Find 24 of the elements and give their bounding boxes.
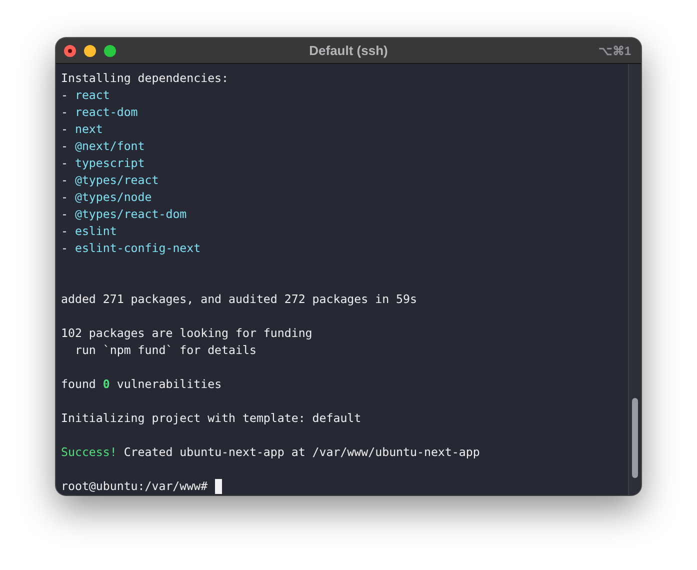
close-button[interactable] (64, 44, 76, 56)
terminal-line: Initializing project with template: default (61, 410, 362, 427)
scrollbar-thumb[interactable] (632, 398, 638, 478)
terminal-line: - eslint-config-next (61, 240, 201, 257)
terminal-line: - @types/react (61, 172, 159, 189)
terminal-line: - @types/node (61, 189, 152, 206)
terminal-line: - react (61, 87, 110, 104)
zoom-button[interactable] (104, 44, 116, 56)
terminal-line: added 271 packages, and audited 272 packages in 59s (61, 291, 417, 308)
shortcut-label: ⌥⌘1 (598, 44, 631, 58)
terminal-line: - typescript (61, 155, 145, 172)
terminal-line: Installing dependencies: (61, 70, 229, 87)
terminal-line: root@ubuntu:/var/www# (61, 478, 209, 495)
terminal-line: run `npm fund` for details (74, 342, 256, 359)
window-title: Default (ssh) (309, 43, 388, 58)
terminal-line: - @types/react-dom (61, 206, 187, 223)
terminal-line: - next (61, 121, 103, 138)
terminal-line: Success! Created ubuntu-next-app at /var/www/ubuntu-next-app (61, 444, 480, 461)
terminal-line: - @next/font (61, 138, 145, 155)
terminal-line: - eslint (61, 223, 117, 240)
terminal-line: - react-dom (61, 104, 138, 121)
minimize-button[interactable] (84, 44, 96, 56)
terminal-line: 102 packages are looking for funding (61, 325, 312, 342)
terminal-line: found 0 vulnerabilities (61, 376, 222, 393)
